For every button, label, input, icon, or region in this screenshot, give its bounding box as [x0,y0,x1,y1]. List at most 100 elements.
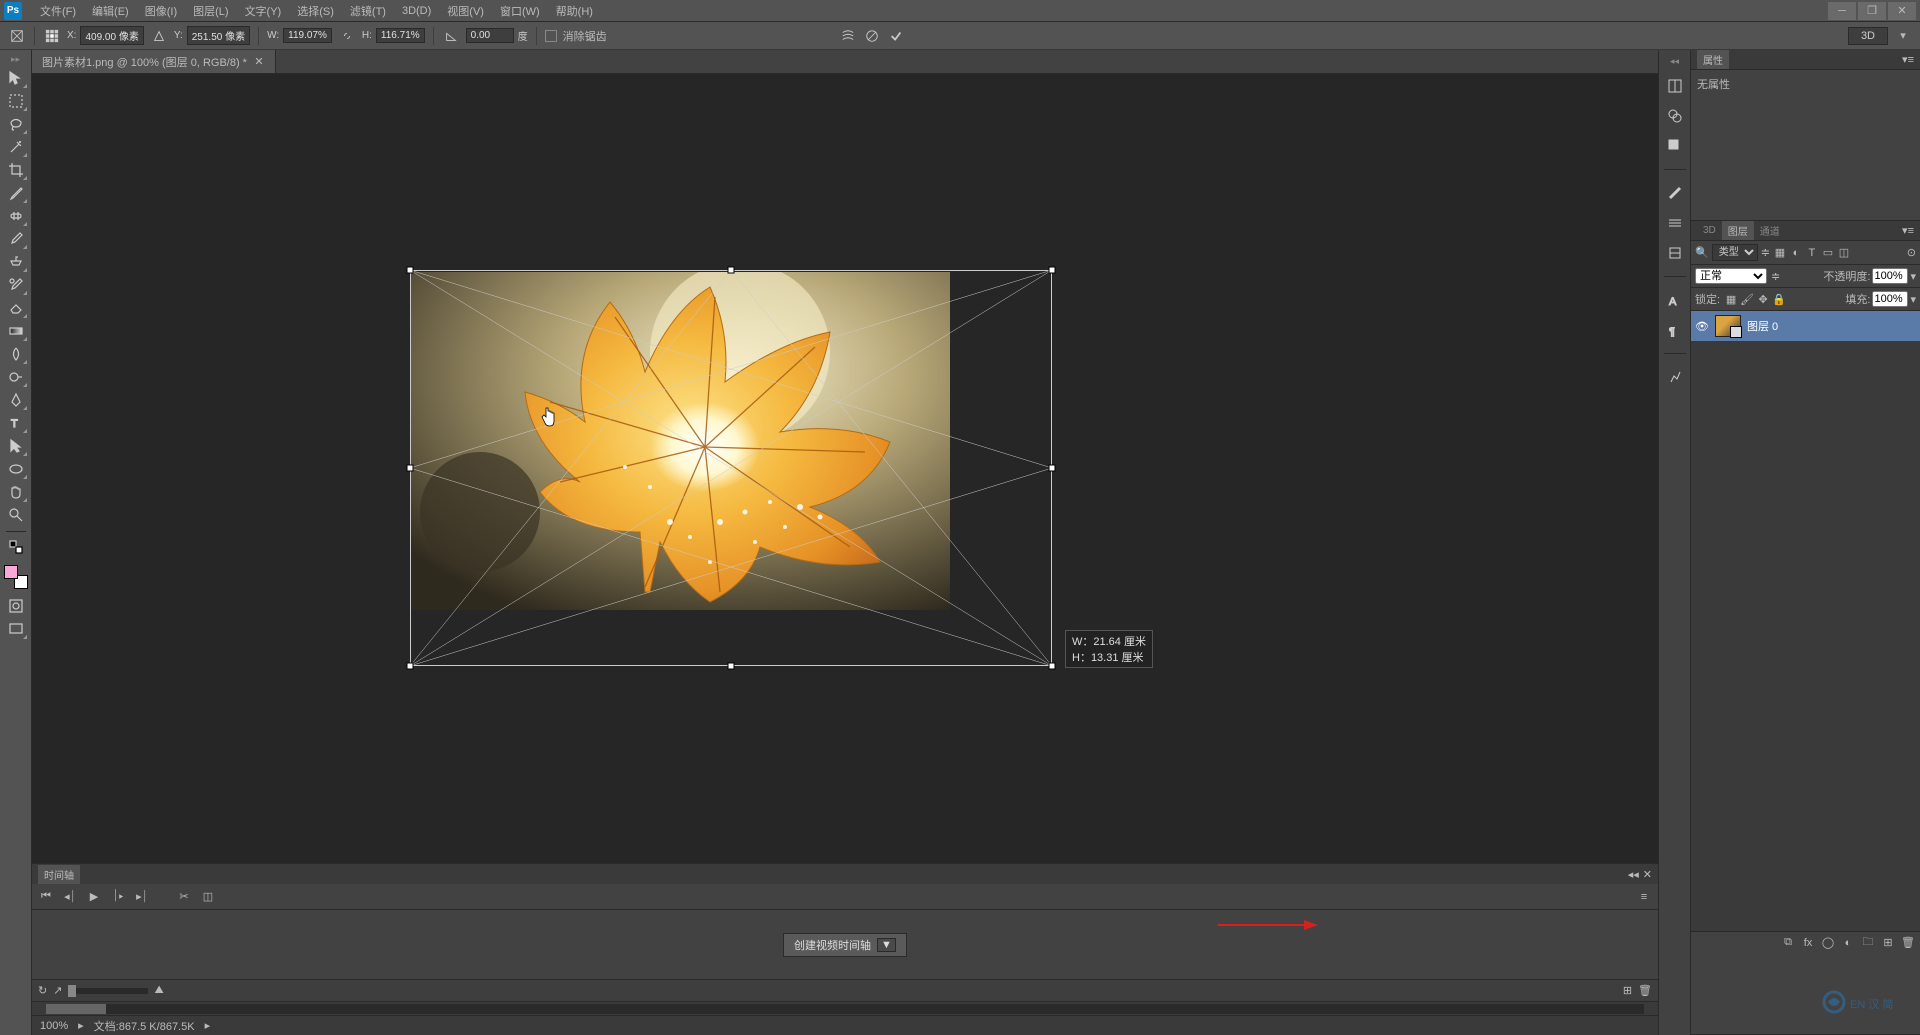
transform-handle-tr[interactable] [1049,267,1056,274]
clone-stamp-tool[interactable] [4,251,28,273]
menu-edit[interactable]: 编辑(E) [84,1,137,21]
layers-adjustment-icon[interactable]: ◐ [1840,935,1856,951]
panel-tab-layers[interactable]: 图层 [1722,221,1754,240]
menu-layer[interactable]: 图层(L) [185,1,236,21]
panel-tab-channels[interactable]: 通道 [1754,221,1786,240]
character-panel-icon[interactable]: A [1664,289,1686,311]
menu-view[interactable]: 视图(V) [439,1,492,21]
opacity-input[interactable] [1872,268,1908,284]
mode-3d-button[interactable]: 3D [1848,27,1888,45]
blend-mode-dropdown-icon[interactable]: ≑ [1771,270,1780,283]
timeline-first-frame-icon[interactable]: ⏮ [38,889,54,905]
transform-handle-br[interactable] [1049,663,1056,670]
layers-mask-icon[interactable]: ◯ [1820,935,1836,951]
default-colors-icon[interactable] [4,536,28,558]
transform-tool-icon[interactable] [8,27,26,45]
angle-value[interactable]: 0.00 [466,28,514,43]
tab-close-icon[interactable]: ✕ [253,56,265,68]
marquee-tool[interactable] [4,90,28,112]
lock-transparent-icon[interactable]: ▦ [1724,292,1738,306]
y-value[interactable]: 251.50 像素 [187,26,250,45]
timeline-play-icon[interactable]: ▶ [86,889,102,905]
dropdown-icon[interactable]: ▼ [877,938,896,952]
horizontal-scrollbar[interactable] [32,1001,1658,1015]
create-video-timeline-button[interactable]: 创建视频时间轴 ▼ [783,933,907,957]
blur-tool[interactable] [4,343,28,365]
transform-handle-mr[interactable] [1049,465,1056,472]
timeline-loop-icon[interactable]: ↻ [38,984,47,997]
shape-tool[interactable] [4,458,28,480]
filter-pixel-icon[interactable]: ▦ [1773,246,1787,260]
history-panel-icon[interactable] [1664,75,1686,97]
healing-brush-tool[interactable] [4,205,28,227]
window-maximize[interactable]: ❐ [1858,2,1886,20]
layers-trash-icon[interactable]: 🗑 [1900,935,1916,951]
commit-transform-icon[interactable] [887,27,905,45]
transform-handle-bl[interactable] [407,663,414,670]
layer-name[interactable]: 图层 0 [1747,318,1778,334]
window-close[interactable]: ✕ [1888,2,1916,20]
hand-tool[interactable] [4,481,28,503]
timeline-prev-frame-icon[interactable]: ◂⏐ [62,889,78,905]
magic-wand-tool[interactable] [4,136,28,158]
timeline-next-frame-icon[interactable]: ⏐▸ [110,889,126,905]
menu-image[interactable]: 图像(I) [137,1,185,21]
timeline-last-frame-icon[interactable]: ▸⏐ [134,889,150,905]
status-info-dropdown-icon[interactable]: ▸ [205,1019,211,1032]
history-brush-tool[interactable] [4,274,28,296]
gradient-tool[interactable] [4,320,28,342]
status-zoom[interactable]: 100% [40,1020,68,1032]
antialias-checkbox[interactable] [545,30,557,42]
swatches-panel-icon[interactable] [1664,135,1686,157]
h-value[interactable]: 116.71% [376,28,425,43]
transform-handle-tc[interactable] [728,267,735,274]
timeline-transition-icon[interactable]: ◫ [200,889,216,905]
window-minimize[interactable]: ─ [1828,2,1856,20]
opacity-dropdown-icon[interactable]: ▾ [1910,270,1916,283]
properties-tab[interactable]: 属性 [1697,50,1729,69]
menu-window[interactable]: 窗口(W) [492,1,548,21]
lock-position-icon[interactable]: ✥ [1756,292,1770,306]
timeline-collapse-icon[interactable]: ◂◂ [1628,868,1639,881]
layer-visibility-icon[interactable]: 👁 [1695,320,1709,333]
quickmask-tool[interactable] [4,595,28,617]
menu-file[interactable]: 文件(F) [32,1,84,21]
menu-filter[interactable]: 滤镜(T) [342,1,394,21]
document-tab[interactable]: 图片素材1.png @ 100% (图层 0, RGB/8) * ✕ [32,50,276,73]
path-selection-tool[interactable] [4,435,28,457]
timeline-tab[interactable]: 时间轴 [38,865,80,884]
cancel-transform-icon[interactable] [863,27,881,45]
color-panel-icon[interactable] [1664,105,1686,127]
pen-tool[interactable] [4,389,28,411]
blend-mode-select[interactable]: 正常 [1695,268,1767,284]
move-tool[interactable] [4,67,28,89]
layer-filter-search-icon[interactable]: 🔍 [1695,246,1709,259]
menu-select[interactable]: 选择(S) [289,1,342,21]
timeline-close-icon[interactable]: ✕ [1643,868,1652,881]
lasso-tool[interactable] [4,113,28,135]
eyedropper-tool[interactable] [4,182,28,204]
w-value[interactable]: 119.07% [283,28,332,43]
filter-type-icon[interactable]: T [1805,246,1819,260]
layers-link-icon[interactable]: ⧉ [1780,935,1796,951]
timeline-zoom-slider[interactable] [68,988,148,994]
free-transform-box[interactable]: W：21.64 厘米 H：13.31 厘米 [410,270,1052,666]
lock-all-icon[interactable]: 🔒 [1772,292,1786,306]
link-wh-icon[interactable] [338,27,356,45]
transform-handle-bc[interactable] [728,663,735,670]
menu-type[interactable]: 文字(Y) [237,1,290,21]
filter-smart-icon[interactable]: ◫ [1837,246,1851,260]
zoom-tool[interactable] [4,504,28,526]
transform-handle-tl[interactable] [407,267,414,274]
eraser-tool[interactable] [4,297,28,319]
x-value[interactable]: 409.00 像素 [80,26,143,45]
filter-adjust-icon[interactable]: ◐ [1789,246,1803,260]
status-doc-info[interactable]: 文档:867.5 K/867.5K [94,1018,195,1034]
paragraph-panel-icon[interactable]: ¶ [1664,319,1686,341]
canvas[interactable]: W：21.64 厘米 H：13.31 厘米 [32,74,1658,863]
timeline-trash-icon[interactable]: 🗑 [1638,984,1652,997]
layer-row[interactable]: 👁 图层 0 [1691,311,1920,341]
reference-point-icon[interactable] [43,27,61,45]
status-zoom-dropdown-icon[interactable]: ▸ [78,1019,84,1032]
transform-handle-ml[interactable] [407,465,414,472]
